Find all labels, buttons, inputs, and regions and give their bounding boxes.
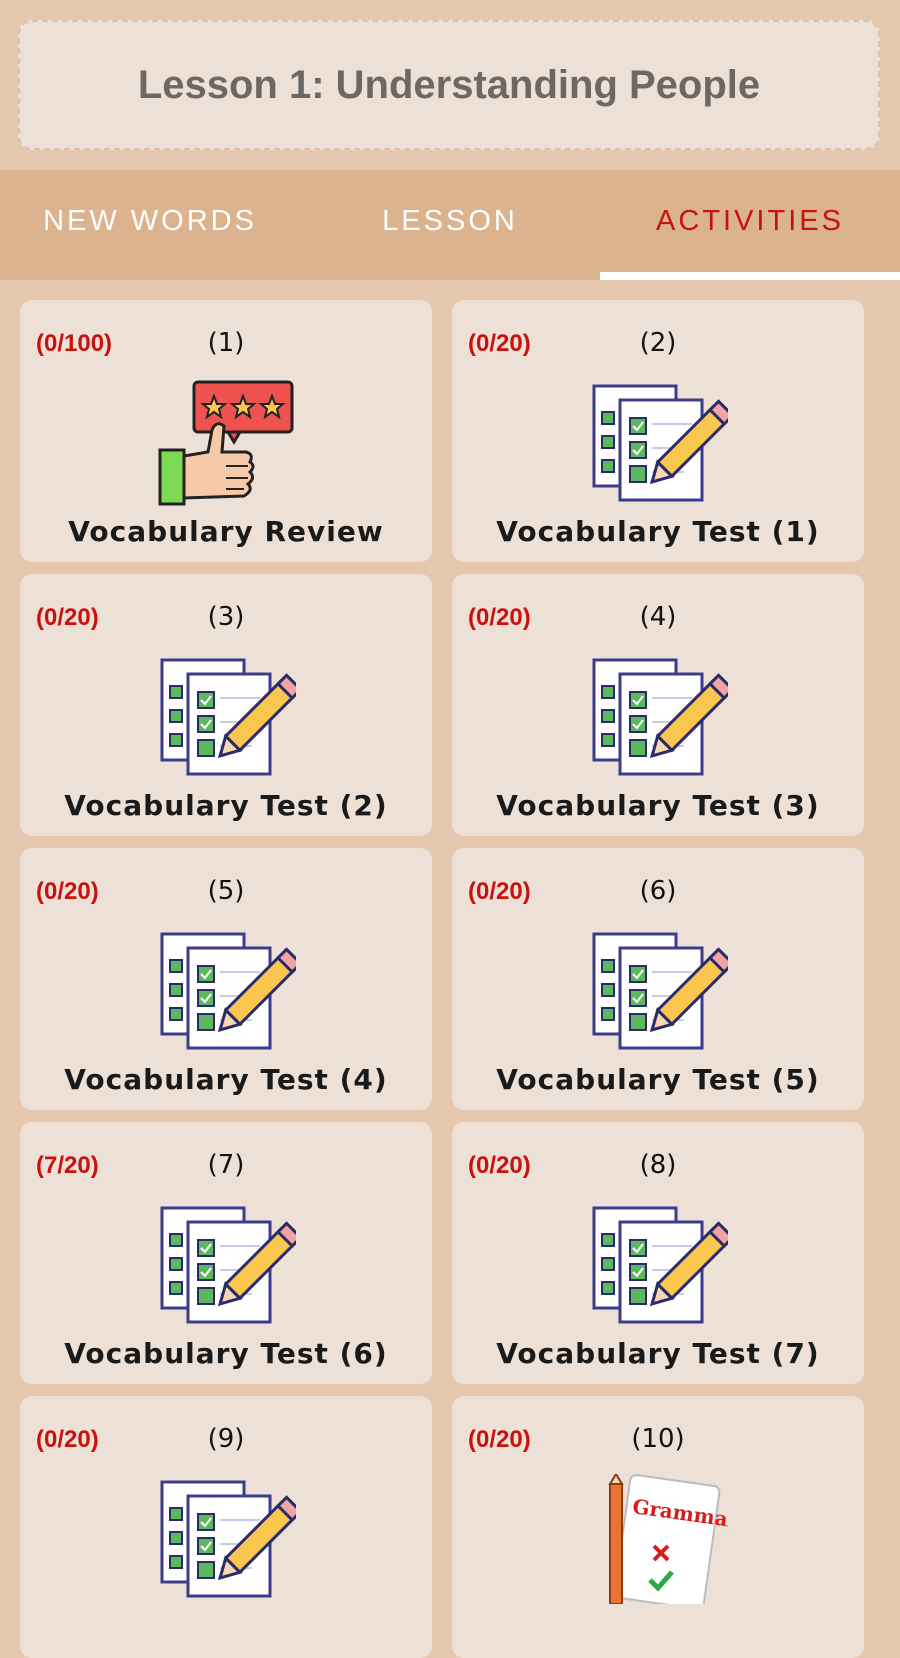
activity-card[interactable]: (0/20) (3) Vocabulary Test (2) bbox=[20, 574, 432, 836]
checklist-pencil-icon bbox=[156, 1200, 303, 1330]
activity-title: Vocabulary Test (5) bbox=[496, 1063, 820, 1096]
activity-number: (7) bbox=[207, 1150, 245, 1180]
checklist-pencil-icon bbox=[588, 1200, 735, 1330]
activity-title: Vocabulary Test (7) bbox=[496, 1337, 820, 1370]
title-box: Lesson 1: Understanding People bbox=[18, 20, 880, 150]
thumbs-up-rating-icon bbox=[156, 378, 296, 508]
activity-number: (10) bbox=[631, 1424, 685, 1454]
activity-card[interactable]: (0/20) (8) Vocabulary Test (7) bbox=[452, 1122, 864, 1384]
activity-number: (4) bbox=[639, 602, 677, 632]
header: Lesson 1: Understanding People bbox=[0, 0, 900, 170]
activity-card[interactable]: (0/20) (2) Vocabulary Test (1) bbox=[452, 300, 864, 562]
checklist-pencil-icon bbox=[588, 652, 735, 782]
checklist-pencil-icon bbox=[156, 652, 303, 782]
grammar-paper-icon: Grammar bbox=[588, 1472, 740, 1610]
activity-card[interactable]: (0/20) (5) Vocabulary Test (4) bbox=[20, 848, 432, 1110]
activity-title: Vocabulary Test (6) bbox=[64, 1337, 388, 1370]
activity-number: (1) bbox=[207, 328, 245, 358]
activity-number: (3) bbox=[207, 602, 245, 632]
activity-grid: (0/100) (1) Vocabulary Review (0/20) (2) bbox=[20, 300, 882, 1658]
tab-new-words[interactable]: NEW WORDS bbox=[0, 170, 300, 280]
activity-title: Vocabulary Test (3) bbox=[496, 789, 820, 822]
activity-title: Vocabulary Test (4) bbox=[64, 1063, 388, 1096]
activity-number: (8) bbox=[639, 1150, 677, 1180]
activity-card[interactable]: (7/20) (7) Vocabulary Test (6) bbox=[20, 1122, 432, 1384]
activity-title: Vocabulary Test (1) bbox=[496, 515, 820, 548]
activity-title: Vocabulary Review bbox=[68, 515, 384, 548]
activity-title: Vocabulary Test (2) bbox=[64, 789, 388, 822]
activity-card[interactable]: (0/20) (6) Vocabulary Test (5) bbox=[452, 848, 864, 1110]
checklist-pencil-icon bbox=[156, 926, 303, 1056]
activity-number: (9) bbox=[207, 1424, 245, 1454]
page-title: Lesson 1: Understanding People bbox=[137, 62, 761, 107]
activity-card[interactable]: (0/20) (9) bbox=[20, 1396, 432, 1658]
activity-number: (5) bbox=[207, 876, 245, 906]
tab-bar: NEW WORDS LESSON ACTIVITIES bbox=[0, 170, 900, 280]
activity-card[interactable]: (0/20) (4) Vocabulary Test (3) bbox=[452, 574, 864, 836]
checklist-pencil-icon bbox=[156, 1474, 303, 1604]
tab-lesson[interactable]: LESSON bbox=[300, 170, 600, 280]
activity-number: (6) bbox=[639, 876, 677, 906]
checklist-pencil-icon bbox=[588, 926, 735, 1056]
activity-number: (2) bbox=[639, 328, 677, 358]
tab-activities[interactable]: ACTIVITIES bbox=[600, 170, 900, 280]
activity-card[interactable]: (0/100) (1) Vocabulary Review bbox=[20, 300, 432, 562]
checklist-pencil-icon bbox=[588, 378, 735, 508]
activity-card[interactable]: (0/20) (10) Grammar bbox=[452, 1396, 864, 1658]
